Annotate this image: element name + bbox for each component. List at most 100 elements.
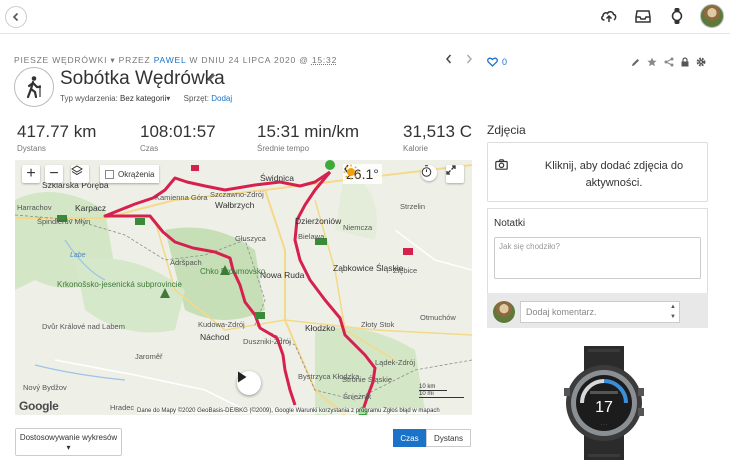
add-gear-link[interactable]: Dodaj xyxy=(211,94,232,103)
hiking-activity-icon xyxy=(14,67,54,107)
pencil-icon[interactable] xyxy=(207,73,216,82)
map-label: Dvůr Králové nad Labem xyxy=(42,322,125,331)
stat-label: Czas xyxy=(140,144,159,153)
map-label: Harrachov xyxy=(17,203,52,212)
comment-scroll-stepper[interactable]: ▲ ▼ xyxy=(667,302,679,322)
map-scale: 10 km 10 mi xyxy=(419,384,464,398)
layers-icon xyxy=(71,165,83,176)
route-map[interactable]: Szklarska Poręba Karpacz Harrachov Špind… xyxy=(15,160,472,415)
map-label: Nowa Ruda xyxy=(260,270,305,280)
scale-mi: 10 mi xyxy=(419,391,464,398)
map-label: Jaroměř xyxy=(135,352,163,361)
user-avatar[interactable] xyxy=(700,4,724,28)
map-label: Dzierżoniów xyxy=(295,216,342,226)
stat-distance: 417.77 km Dystans xyxy=(17,122,96,153)
breadcrumb-date: W DNIU 24 LIPCA 2020 @ xyxy=(189,55,309,65)
breadcrumb-time[interactable]: 15:32 xyxy=(312,55,337,65)
map-label: Duszniki-Zdrój xyxy=(243,337,291,346)
map-label: Labe xyxy=(70,252,86,259)
svg-text:· · ·: · · · xyxy=(601,422,607,427)
star-icon[interactable] xyxy=(647,57,657,67)
chart-customize-select[interactable]: Dostosowywanie wykresów ▾ xyxy=(15,428,122,456)
photos-title: Zdjęcia xyxy=(487,123,526,137)
laps-toggle[interactable]: Okrążenia xyxy=(100,165,160,183)
google-logo: Google xyxy=(19,399,59,413)
map-label: Lądek-Zdrój xyxy=(375,358,416,367)
weather-widget: 26.1° xyxy=(343,164,382,184)
map-label: Kamienna Góra xyxy=(155,193,208,202)
stat-value: 15:31 min/km xyxy=(257,122,360,141)
map-label: Otmuchów xyxy=(420,313,456,322)
back-button[interactable] xyxy=(5,6,27,28)
likes[interactable]: 0 xyxy=(487,57,507,67)
camera-icon xyxy=(495,159,508,170)
caret-down-icon[interactable]: ▾ xyxy=(110,55,115,65)
stopwatch-icon xyxy=(421,165,432,177)
breadcrumb: PIESZE WĘDRÓWKI ▾ PRZEZ PAWEL W DNIU 24 … xyxy=(14,55,337,66)
map-label: Kudowa-Zdrój xyxy=(198,320,245,329)
notes-panel: Notatki Jak się chodziło? xyxy=(487,208,708,294)
map-label: Głuszyca xyxy=(235,234,266,243)
breadcrumb-author[interactable]: PAWEL xyxy=(154,55,187,65)
add-photos-text: Kliknij, aby dodać zdjęcia do aktywności… xyxy=(544,160,684,189)
map-label: Śnieżnik xyxy=(343,392,372,401)
notes-textarea[interactable]: Jak się chodziło? xyxy=(494,237,701,279)
map-label: Ząbkowice Śląskie xyxy=(333,263,404,273)
inbox-icon[interactable] xyxy=(632,5,654,27)
add-photos-box[interactable]: Kliknij, aby dodać zdjęcia do aktywności… xyxy=(487,142,708,202)
map-label: Špindlerův Mlýn xyxy=(37,217,91,226)
caret-down-icon: ▾ xyxy=(66,443,71,452)
event-type-select[interactable]: Bez kategorii xyxy=(120,94,166,103)
likes-count: 0 xyxy=(502,57,508,67)
time-toggle-button[interactable]: Czas xyxy=(393,429,426,447)
play-route-button[interactable] xyxy=(237,371,261,395)
stat-label: Średnie tempo xyxy=(257,144,310,153)
map-label: Chko Broumovsko xyxy=(200,267,266,276)
upload-icon[interactable] xyxy=(598,5,620,27)
laps-label: Okrążenia xyxy=(118,169,155,179)
chart-customize-label: Dostosowywanie wykresów xyxy=(19,433,118,442)
map-label: Krkonošsko-jesenická subprovincie xyxy=(57,280,182,289)
map-label: Nový Bydžov xyxy=(23,383,67,392)
avatar xyxy=(493,301,515,323)
stat-pace: 15:31 min/km Średnie tempo xyxy=(257,122,359,153)
activity-subinfo: Typ wydarzenia: Bez kategorii▾ Sprzęt: D… xyxy=(60,94,232,103)
stat-calories: 31,513 C Kalorie xyxy=(403,122,472,153)
map-label: Kłodzko xyxy=(305,323,336,333)
map-label: Wałbrzych xyxy=(215,200,255,210)
map-label: Adršpach xyxy=(170,258,202,267)
share-icon[interactable] xyxy=(664,57,674,67)
next-activity-icon[interactable] xyxy=(465,54,473,64)
breadcrumb-category[interactable]: PIESZE WĘDRÓWKI xyxy=(14,55,107,65)
lock-icon[interactable] xyxy=(681,57,689,67)
activity-title: Sobótka Wędrówka xyxy=(60,68,225,89)
sun-icon xyxy=(343,164,359,180)
heart-icon[interactable] xyxy=(487,57,498,67)
laps-checkbox[interactable] xyxy=(105,169,114,179)
timer-button[interactable] xyxy=(421,165,437,181)
distance-toggle-button[interactable]: Dystans xyxy=(426,429,471,447)
gear-icon[interactable] xyxy=(696,57,706,67)
gear-label: Sprzęt: xyxy=(183,94,209,103)
stat-value: 108:01:57 xyxy=(140,122,216,141)
zoom-out-button[interactable]: − xyxy=(45,165,63,183)
chart-axis-toggle: Czas Dystans xyxy=(393,429,471,447)
event-type-label: Typ wydarzenia: xyxy=(60,94,118,103)
caret-down-icon[interactable]: ▾ xyxy=(166,94,170,103)
top-bar xyxy=(0,0,730,34)
notes-title: Notatki xyxy=(494,218,526,229)
comment-input[interactable]: Dodaj komentarz. xyxy=(520,301,680,323)
stat-label: Dystans xyxy=(17,144,46,153)
google-logo-text: Google xyxy=(19,399,59,413)
previous-activity-icon[interactable] xyxy=(445,54,453,64)
watch-device-icon[interactable] xyxy=(666,5,688,27)
map-attribution[interactable]: Dane do Mapy ©2020 GeoBasis-DE/BKG (©200… xyxy=(137,408,440,414)
layers-button[interactable] xyxy=(71,165,89,183)
pencil-icon[interactable] xyxy=(631,58,640,67)
stat-time: 108:01:57 Czas xyxy=(140,122,216,153)
watch-device-image: 17 · · · xyxy=(564,346,644,460)
fullscreen-button[interactable] xyxy=(446,165,464,183)
map-label: Niemcza xyxy=(343,223,373,232)
watch-display-value: 17 xyxy=(595,399,613,416)
zoom-in-button[interactable]: + xyxy=(22,165,40,183)
